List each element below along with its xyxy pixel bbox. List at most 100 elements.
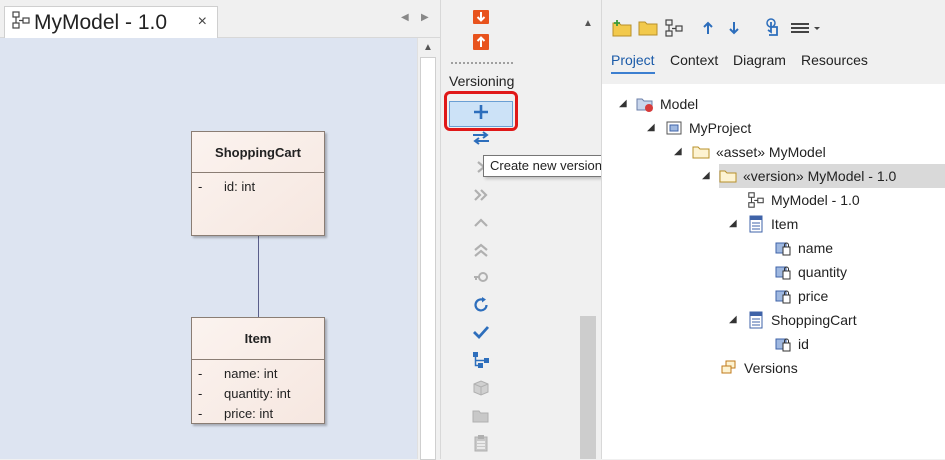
toolbox-vertical-scrollbar[interactable]: ▲	[578, 0, 598, 459]
tree-node-version-mymodel[interactable]: «version» MyModel - 1.0	[719, 164, 945, 188]
active-tab-indicator	[611, 72, 655, 74]
double-chevron-up-icon	[472, 242, 490, 263]
class-item[interactable]: Item - name: int - quantity: int - price…	[191, 317, 325, 424]
class-name: Item	[192, 318, 324, 360]
scroll-up-icon[interactable]: ▲	[423, 42, 433, 53]
tree-node-item[interactable]: Item	[747, 212, 798, 236]
class-shoppingcart[interactable]: ShoppingCart - id: int	[191, 131, 325, 236]
plus-icon	[472, 103, 490, 126]
tab-scroll-left-icon[interactable]: ◀	[401, 12, 409, 23]
attribute-text: quantity: int	[224, 386, 291, 401]
swap-version-button[interactable]	[449, 127, 513, 153]
create-new-version-button[interactable]	[449, 101, 513, 127]
browser-toolbar: Project Context Diagram Resources	[602, 0, 945, 84]
class-attribute[interactable]: - name: int	[192, 364, 324, 384]
class-name: ShoppingCart	[192, 132, 324, 173]
branch-button[interactable]	[449, 349, 513, 375]
visibility-marker: -	[198, 179, 203, 194]
open-folder-button[interactable]	[449, 405, 513, 431]
tree-node-label: Model	[660, 96, 699, 112]
document-tab-strip: MyModel - 1.0 × ◀ ▶	[0, 0, 440, 38]
tree-node-attribute-name[interactable]: name	[774, 236, 833, 260]
tree-node-label: id	[798, 336, 809, 352]
menu-icon[interactable]	[788, 18, 824, 38]
clipboard-icon	[472, 434, 490, 457]
move-up-icon[interactable]	[698, 18, 718, 38]
scroll-up-icon[interactable]: ▲	[583, 18, 593, 29]
touch-icon[interactable]	[762, 18, 782, 38]
last-button[interactable]	[449, 184, 513, 210]
attribute-text: id: int	[224, 179, 256, 194]
expander-icon[interactable]: ◢	[702, 170, 710, 181]
tab-resources[interactable]: Resources	[801, 52, 868, 68]
move-down-icon[interactable]	[724, 18, 744, 38]
class-attribute[interactable]: - quantity: int	[192, 384, 324, 404]
approve-button[interactable]	[449, 321, 513, 347]
tree-node-attribute-quantity[interactable]: quantity	[774, 260, 847, 284]
expander-icon[interactable]: ◢	[674, 146, 682, 157]
import-package-button[interactable]	[449, 6, 513, 32]
class-icon	[747, 311, 765, 329]
document-tab-title: MyModel - 1.0	[34, 10, 168, 34]
tree-node-model[interactable]: Model	[636, 92, 698, 116]
lock-button[interactable]	[449, 266, 513, 292]
attribute-icon	[774, 287, 792, 305]
tree-node-versions[interactable]: Versions	[720, 356, 798, 380]
open-folder-icon	[472, 408, 490, 429]
tree-node-label: MyModel - 1.0	[771, 192, 860, 208]
tree-node-label: «asset» MyModel	[716, 144, 826, 160]
class-attribute[interactable]: - price: int	[192, 404, 324, 424]
expander-icon[interactable]: ◢	[647, 122, 655, 133]
diagram-pane: MyModel - 1.0 × ◀ ▶ ShoppingCart - id: i…	[0, 0, 440, 460]
top-button[interactable]	[449, 239, 513, 265]
visibility-marker: -	[198, 406, 203, 421]
tree-node-diagram[interactable]: MyModel - 1.0	[747, 188, 860, 212]
package-box-button[interactable]	[449, 377, 513, 403]
refresh-button[interactable]	[449, 294, 513, 320]
checkmark-icon	[472, 324, 490, 345]
scrollbar-thumb[interactable]	[420, 57, 436, 460]
tree-node-label: name	[798, 240, 834, 256]
refresh-icon	[472, 296, 490, 319]
new-diagram-icon[interactable]	[664, 18, 684, 38]
tree-node-label: Item	[771, 216, 799, 232]
visibility-marker: -	[198, 366, 203, 381]
export-package-button[interactable]	[449, 31, 513, 57]
class-diagram-icon	[11, 10, 31, 35]
expander-icon[interactable]: ◢	[729, 218, 737, 229]
class-icon	[747, 215, 765, 233]
folder-icon	[692, 143, 710, 161]
tree-node-attribute-price[interactable]: price	[774, 284, 828, 308]
tab-context[interactable]: Context	[670, 52, 718, 68]
tree-node-attribute-id[interactable]: id	[774, 332, 809, 356]
close-icon[interactable]: ×	[198, 13, 207, 31]
tab-diagram[interactable]: Diagram	[733, 52, 786, 68]
association-connector[interactable]	[258, 236, 259, 317]
tree-node-label: price	[798, 288, 829, 304]
attribute-text: name: int	[224, 366, 278, 381]
expander-icon[interactable]: ◢	[729, 314, 737, 325]
tab-project[interactable]: Project	[611, 52, 655, 68]
tab-scroll-right-icon[interactable]: ▶	[421, 12, 429, 23]
tree-node-label: MyProject	[689, 120, 752, 136]
scrollbar-thumb[interactable]	[580, 316, 596, 459]
expander-icon[interactable]: ◢	[619, 98, 627, 109]
tree-node-asset-mymodel[interactable]: «asset» MyModel	[692, 140, 826, 164]
package-icon	[665, 119, 683, 137]
diagram-vertical-scrollbar[interactable]: ▲	[417, 38, 437, 460]
folder-icon	[719, 167, 737, 185]
tree-node-myproject[interactable]: MyProject	[665, 116, 751, 140]
tree-node-label: Versions	[744, 360, 798, 376]
section-separator	[451, 62, 513, 64]
browser-pane: Project Context Diagram Resources Model …	[601, 0, 945, 459]
tree-node-label: quantity	[798, 264, 848, 280]
tooltip: Create new version	[483, 155, 615, 177]
document-tab[interactable]: MyModel - 1.0 ×	[4, 6, 218, 38]
folder-icon[interactable]	[638, 18, 658, 38]
clipboard-button[interactable]	[449, 432, 513, 458]
import-package-icon	[472, 9, 490, 30]
up-button[interactable]	[449, 212, 513, 238]
class-attribute[interactable]: - id: int	[192, 177, 324, 197]
new-package-icon[interactable]	[612, 18, 632, 38]
tree-node-shoppingcart[interactable]: ShoppingCart	[747, 308, 857, 332]
